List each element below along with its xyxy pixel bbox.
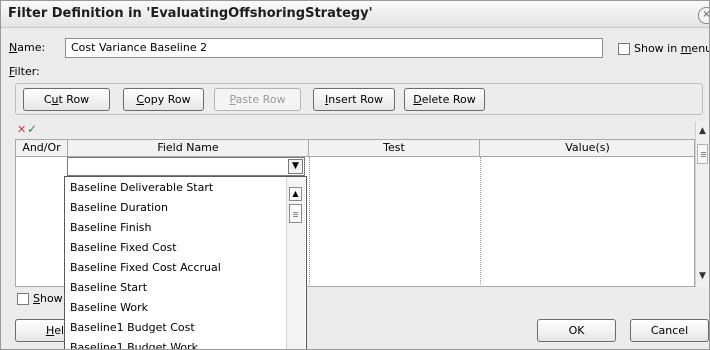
chevron-down-icon[interactable]: ▼ [288,159,303,174]
column-header-field-name: Field Name [68,140,309,157]
copy-row-button[interactable]: Copy Row [123,88,204,111]
scroll-thumb[interactable] [697,144,708,164]
dropdown-scrollbar[interactable]: ▲ [286,177,305,349]
cut-row-button[interactable]: Cut Row [23,88,110,111]
dropdown-scroll-thumb[interactable] [289,204,302,223]
grip-line [701,154,706,155]
entry-bar: ✕ ✓ [15,122,695,140]
name-label: Name: [9,41,46,54]
grip-line [293,214,298,215]
filter-label: Filter: [9,65,40,78]
column-divider [480,157,481,286]
list-item[interactable]: Baseline Deliverable Start [70,178,213,198]
title-bar: Filter Definition in 'EvaluatingOffshori… [1,1,709,28]
delete-row-button[interactable]: Delete Row [404,88,485,111]
grip-line [701,152,706,153]
field-name-dropdown-list: Baseline Deliverable Start Baseline Dura… [64,176,307,349]
show-in-menu-label: Show in menu [634,42,709,55]
chevron-up-icon[interactable]: ▲ [289,187,302,201]
list-item[interactable]: Baseline Work [70,298,148,318]
column-header-test: Test [309,140,480,157]
grip-line [293,212,298,213]
list-item[interactable]: Baseline1 Budget Cost [70,318,195,338]
list-item[interactable]: Baseline Finish [70,218,151,238]
enter-entry-icon[interactable]: ✓ [27,122,37,136]
show-in-menu-checkbox[interactable] [618,43,630,55]
name-input[interactable]: Cost Variance Baseline 2 [65,38,603,58]
grid-scrollbar[interactable]: ▲ ▼ [695,122,709,287]
list-item[interactable]: Baseline Start [70,278,147,298]
list-item[interactable]: Baseline1 Budget Work [70,338,198,349]
close-icon[interactable]: × [698,7,709,24]
list-item[interactable]: Baseline Fixed Cost [70,238,177,258]
grip-line [701,156,706,157]
list-item[interactable]: Baseline Duration [70,198,168,218]
column-header-values: Value(s) [480,140,694,157]
column-divider [309,157,310,286]
column-header-and-or: And/Or [16,140,68,157]
scroll-up-icon[interactable]: ▲ [696,124,709,138]
show-related-checkbox[interactable] [17,293,29,305]
field-name-combobox[interactable]: ▼ [67,157,305,176]
paste-row-button[interactable]: Paste Row [214,88,301,111]
ok-button[interactable]: OK [537,319,616,342]
window-title: Filter Definition in 'EvaluatingOffshori… [8,6,373,21]
filter-definition-dialog: Filter Definition in 'EvaluatingOffshori… [0,0,710,350]
list-item[interactable]: Baseline Fixed Cost Accrual [70,258,221,278]
show-related-label: Show [33,292,63,305]
cancel-entry-icon[interactable]: ✕ [17,123,26,136]
grip-line [293,216,298,217]
scroll-down-icon[interactable]: ▼ [696,269,709,283]
cancel-button[interactable]: Cancel [630,319,709,342]
insert-row-button[interactable]: Insert Row [313,88,395,111]
